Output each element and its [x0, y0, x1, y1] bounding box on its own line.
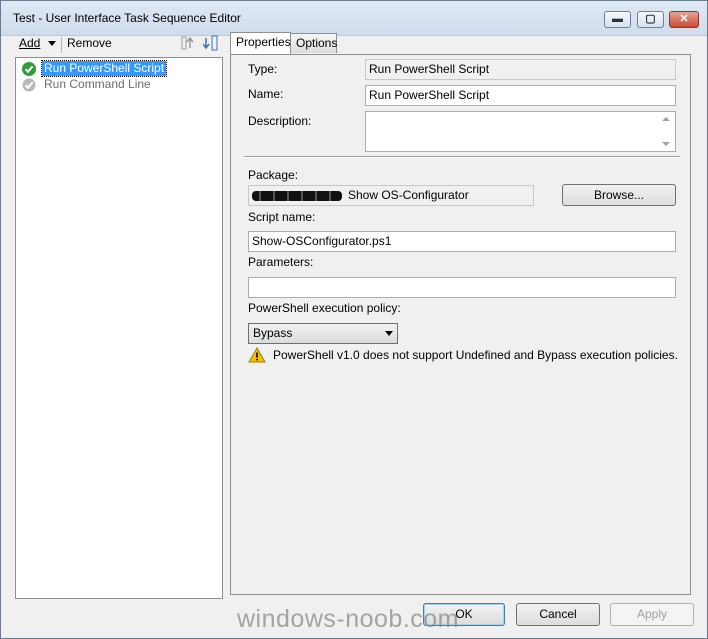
parameters-field[interactable]	[248, 277, 676, 298]
script-name-label: Script name:	[248, 210, 316, 224]
disabled-check-icon	[22, 78, 36, 92]
cancel-button[interactable]: Cancel	[516, 603, 600, 626]
tree-item-run-powershell-script[interactable]: Run PowerShell Script	[20, 60, 210, 77]
move-up-icon[interactable]	[181, 35, 197, 54]
move-down-icon[interactable]	[202, 35, 219, 54]
tab-properties[interactable]: Properties	[230, 32, 291, 54]
task-sequence-editor-window: Test - User Interface Task Sequence Edit…	[0, 0, 708, 639]
execution-policy-label: PowerShell execution policy:	[248, 301, 401, 315]
name-label: Name:	[248, 87, 284, 101]
package-name: Show OS-Configurator	[348, 188, 469, 202]
parameters-label: Parameters:	[248, 255, 314, 269]
package-field: Show OS-Configurator	[248, 185, 534, 206]
apply-button: Apply	[610, 603, 694, 626]
execution-policy-select[interactable]: Bypass	[248, 323, 398, 344]
watermark: windows-noob.com	[237, 605, 459, 633]
tree-item-label: Run PowerShell Script	[40, 60, 168, 77]
description-label: Description:	[248, 114, 312, 128]
tab-options[interactable]: Options	[290, 33, 337, 53]
type-label: Type:	[248, 62, 278, 76]
warning-icon	[248, 346, 266, 366]
script-name-field[interactable]: Show-OSConfigurator.ps1	[248, 231, 676, 252]
tree-item-label: Run Command Line	[44, 77, 151, 91]
window-title: Test - User Interface Task Sequence Edit…	[13, 11, 241, 25]
package-label: Package:	[248, 168, 299, 182]
close-button[interactable]: ✕	[669, 11, 699, 28]
section-divider	[244, 156, 680, 158]
tree-item-run-command-line[interactable]: Run Command Line	[20, 77, 210, 93]
warning-message: PowerShell v1.0 does not support Undefin…	[273, 348, 678, 362]
execution-policy-value: Bypass	[253, 326, 293, 340]
maximize-icon: ▢	[645, 13, 656, 25]
type-value: Run PowerShell Script	[365, 59, 676, 80]
toolbar-divider	[61, 37, 62, 53]
success-check-icon	[22, 62, 36, 76]
close-icon: ✕	[679, 13, 689, 25]
remove-button[interactable]: Remove	[67, 36, 112, 50]
chevron-down-icon	[47, 40, 56, 46]
minimize-icon: ▬	[612, 13, 623, 25]
redacted-package-id	[252, 190, 342, 201]
description-scrollbar[interactable]	[657, 112, 675, 151]
task-tree[interactable]: Run PowerShell Script Run Command Line	[15, 57, 223, 599]
chevron-down-icon	[385, 331, 393, 336]
title-bar[interactable]: Test - User Interface Task Sequence Edit…	[1, 1, 707, 36]
maximize-button[interactable]: ▢	[637, 11, 664, 28]
add-menu-button[interactable]: Add	[19, 36, 56, 50]
browse-button[interactable]: Browse...	[562, 184, 676, 206]
tree-toolbar: Add Remove	[15, 33, 225, 55]
properties-panel: Type: Run PowerShell Script Name: Run Po…	[230, 54, 691, 595]
add-label: Add	[19, 36, 41, 50]
name-field[interactable]: Run PowerShell Script	[365, 85, 676, 106]
description-field[interactable]	[365, 111, 676, 152]
minimize-button[interactable]: ▬	[604, 11, 631, 28]
